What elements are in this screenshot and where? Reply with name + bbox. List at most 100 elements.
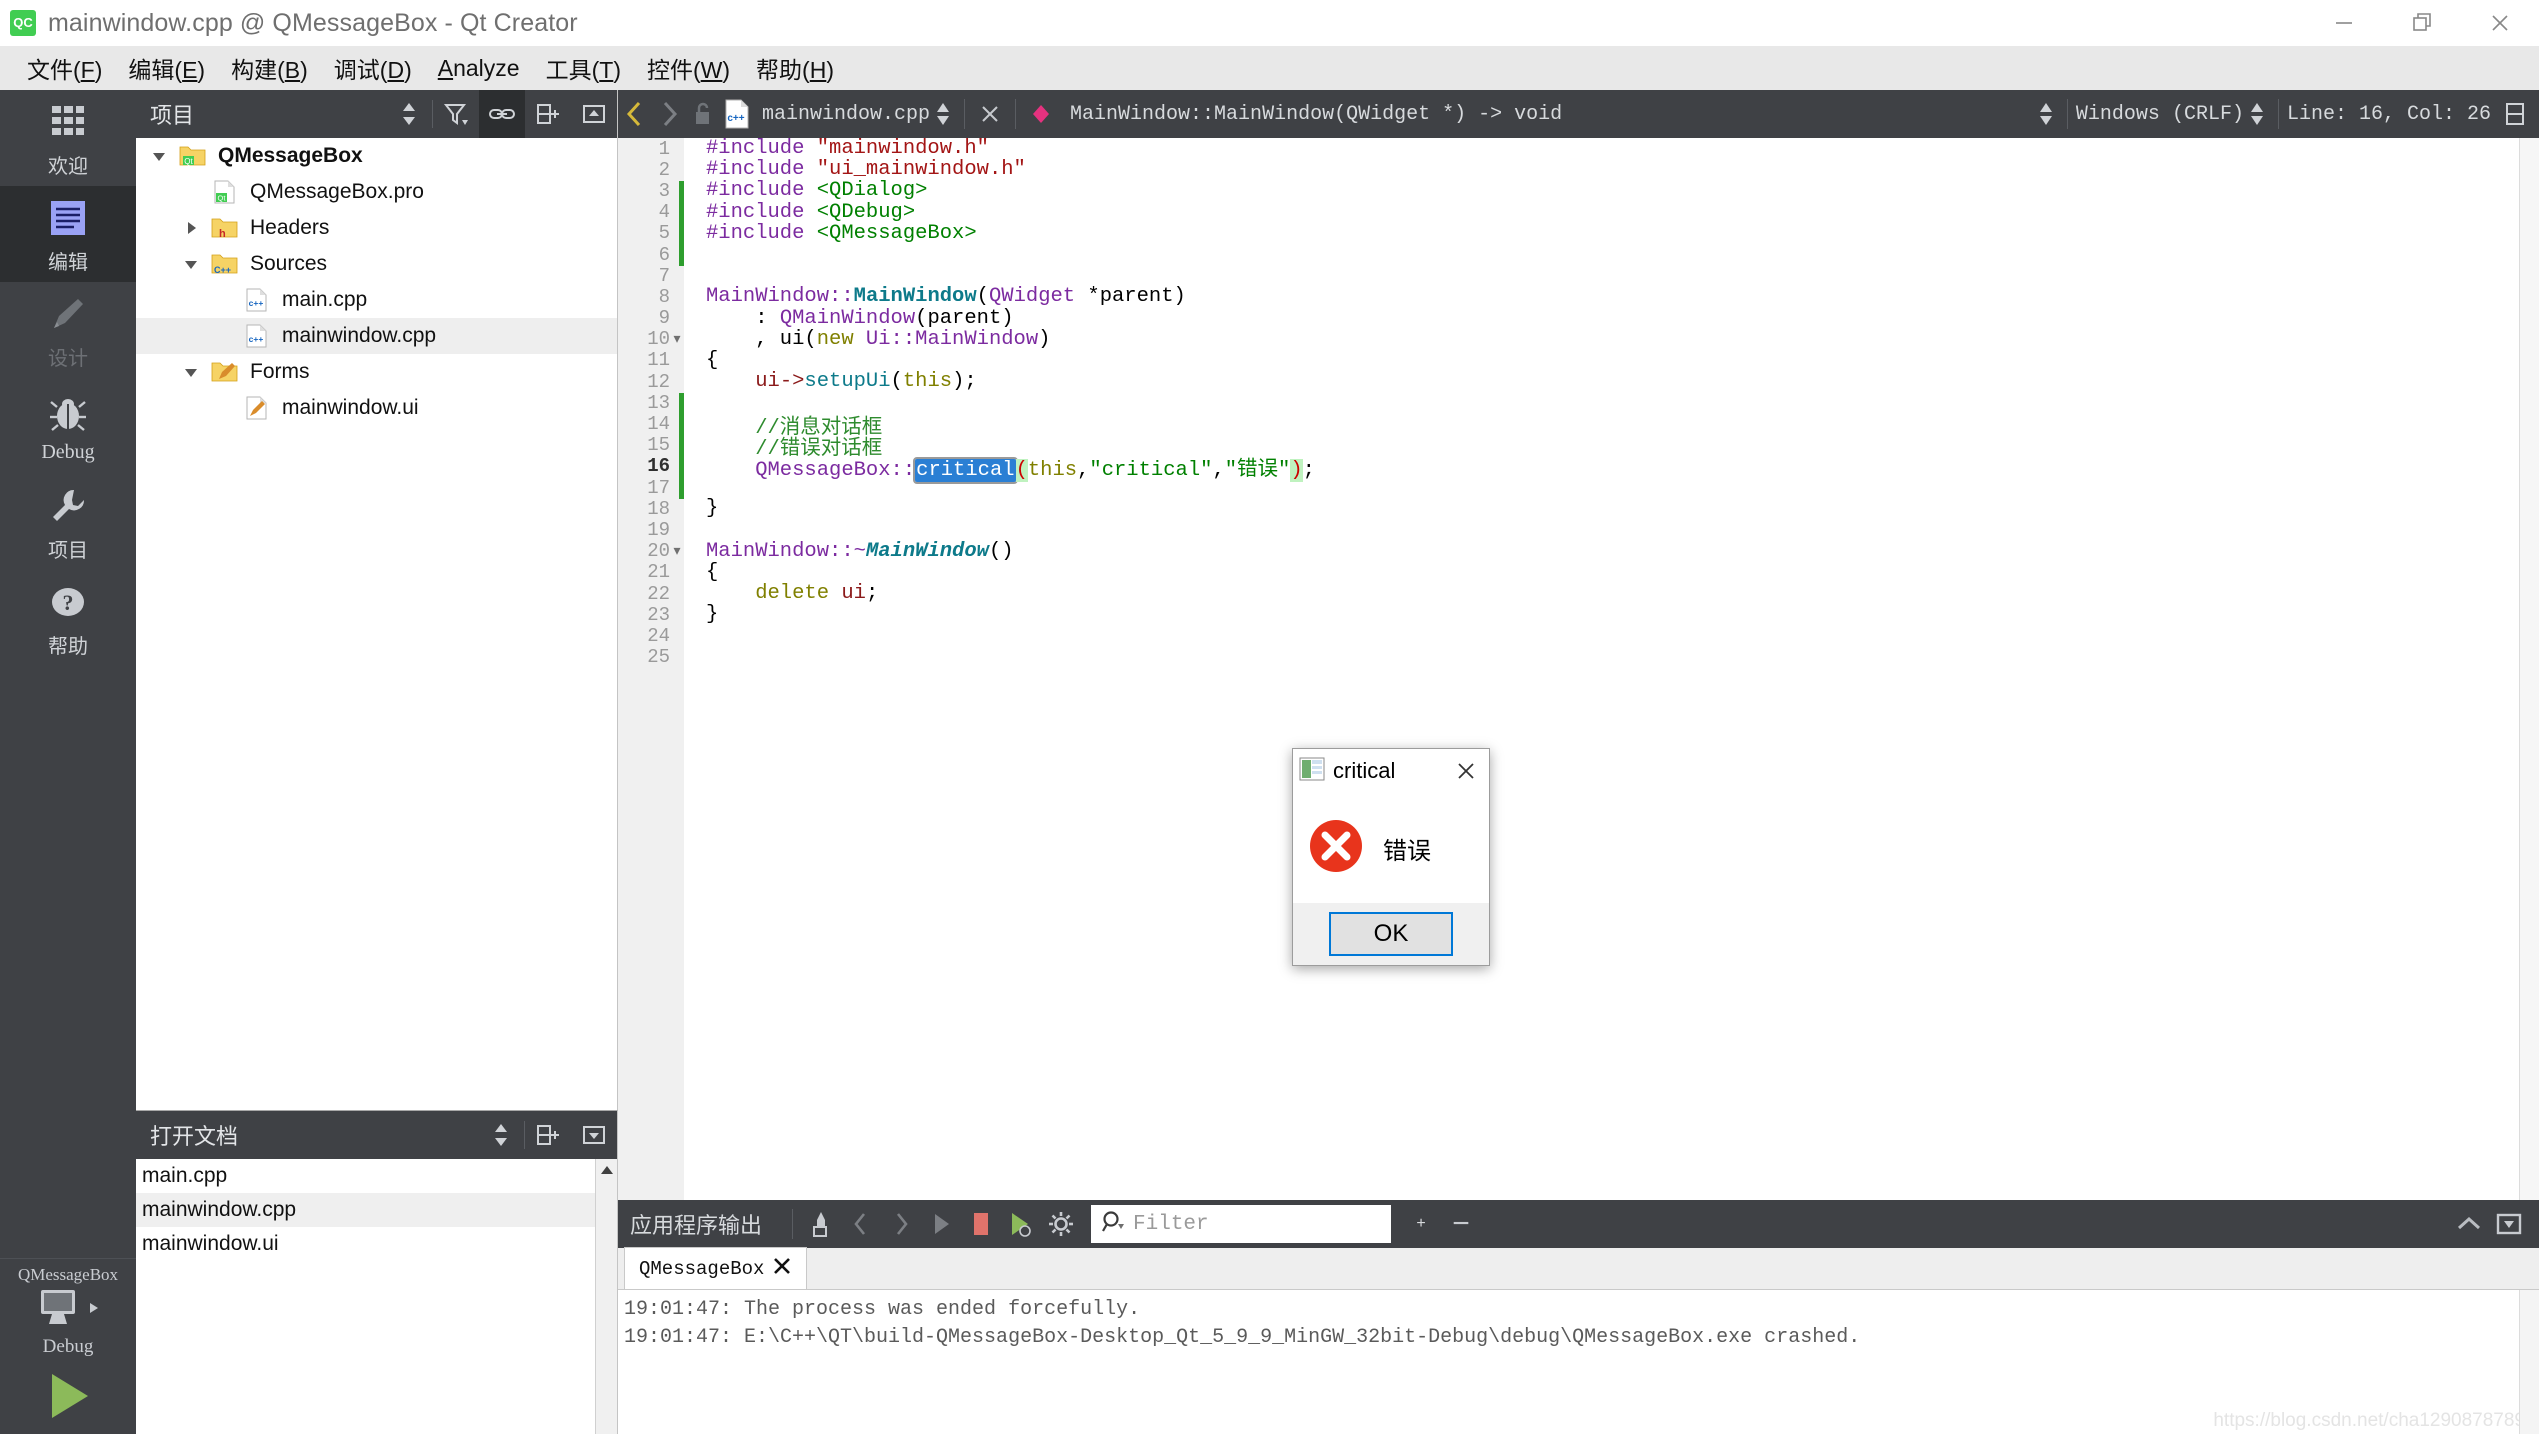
- ok-button[interactable]: OK: [1329, 912, 1453, 956]
- scroll-up-icon[interactable]: [596, 1159, 618, 1181]
- sidebar-item-edit[interactable]: 编辑: [0, 186, 136, 282]
- maximize-pane-icon[interactable]: [2489, 1200, 2529, 1248]
- close-panel-icon[interactable]: [571, 1111, 617, 1159]
- tree-item-sources[interactable]: C++ Sources: [136, 246, 617, 282]
- tree-item-main-cpp[interactable]: c++ main.cpp: [136, 282, 617, 318]
- tree-item-qmessagebox-pro[interactable]: Qt QMessageBox.pro: [136, 174, 617, 210]
- output-text-area[interactable]: 19:01:47: The process was ended forceful…: [618, 1290, 2539, 1434]
- open-documents-scrollbar[interactable]: [595, 1159, 617, 1434]
- chevron-down-icon[interactable]: [174, 257, 208, 271]
- minimize-button[interactable]: [2305, 0, 2383, 46]
- output-scrollbar[interactable]: [2519, 1290, 2539, 1434]
- symbol-dropdown-icon[interactable]: [2033, 90, 2059, 138]
- code-line[interactable]: 16 QMessageBox::critical(this,"critical"…: [618, 455, 2539, 482]
- code-line[interactable]: 3 #include <QDialog>: [618, 179, 2539, 202]
- split-icon[interactable]: [525, 1111, 571, 1159]
- code-line[interactable]: 14 //消息对话框: [618, 413, 2539, 440]
- debug-run-icon[interactable]: [1001, 1200, 1041, 1248]
- code-line[interactable]: 9 : QMainWindow(parent): [618, 307, 2539, 330]
- open-document-item[interactable]: main.cpp: [136, 1159, 617, 1193]
- sidebar-item-projects[interactable]: 项目: [0, 474, 136, 570]
- open-document-item[interactable]: mainwindow.ui: [136, 1227, 617, 1261]
- output-filter-box[interactable]: [1091, 1205, 1392, 1243]
- output-filter-input[interactable]: [1133, 1212, 1364, 1236]
- close-document-icon[interactable]: [973, 90, 1007, 138]
- split-icon[interactable]: [525, 90, 571, 138]
- code-line[interactable]: 24: [618, 625, 2539, 647]
- project-tree[interactable]: Qt QMessageBox Qt QMessageBox.pro h Headers C+…: [136, 138, 617, 1110]
- output-tab[interactable]: QMessageBox: [624, 1247, 808, 1289]
- close-panel-icon[interactable]: [571, 90, 617, 138]
- code-editor[interactable]: 1 #include "mainwindow.h" 2 #include "ui_ma…: [618, 138, 2539, 1200]
- chevron-down-icon[interactable]: [174, 365, 208, 379]
- open-document-item[interactable]: mainwindow.cpp: [136, 1193, 617, 1227]
- forward-arrow-icon[interactable]: [652, 90, 686, 138]
- menu-item-6[interactable]: 工具(T): [533, 47, 634, 89]
- filter-icon[interactable]: [433, 90, 479, 138]
- split-editor-icon[interactable]: [2499, 90, 2533, 138]
- settings-gear-icon[interactable]: [1041, 1200, 1081, 1248]
- sync-icon[interactable]: [386, 90, 432, 138]
- menu-item-8[interactable]: 帮助(H): [743, 47, 847, 89]
- editor-filename[interactable]: mainwindow.cpp: [762, 103, 930, 126]
- code-line[interactable]: 21 {: [618, 561, 2539, 584]
- code-line[interactable]: 2 #include "ui_mainwindow.h": [618, 158, 2539, 181]
- menu-item-5[interactable]: Analyze: [425, 51, 533, 86]
- prev-item-icon[interactable]: [841, 1200, 881, 1248]
- sidebar-item-help[interactable]: ? 帮助: [0, 570, 136, 666]
- code-line[interactable]: 18}: [618, 497, 2539, 520]
- code-line[interactable]: 20 ▾ MainWindow::~MainWindow(): [618, 540, 2539, 563]
- line-ending-selector[interactable]: Windows (CRLF): [2076, 103, 2244, 126]
- tree-item-headers[interactable]: h Headers: [136, 210, 617, 246]
- tree-item-qmessagebox[interactable]: Qt QMessageBox: [136, 138, 617, 174]
- tree-item-mainwindow-ui[interactable]: mainwindow.ui: [136, 390, 617, 426]
- zoom-in-button[interactable]: +: [1401, 1200, 1441, 1248]
- chevron-up-icon[interactable]: [2449, 1200, 2489, 1248]
- close-button[interactable]: [2461, 0, 2539, 46]
- line-ending-dropdown-icon[interactable]: [2244, 90, 2270, 138]
- restore-button[interactable]: [2383, 0, 2461, 46]
- close-icon[interactable]: [1449, 754, 1483, 788]
- kit-selector[interactable]: QMessageBox Debug: [0, 1258, 136, 1358]
- run-icon[interactable]: [921, 1200, 961, 1248]
- code-line[interactable]: 6: [618, 244, 2539, 266]
- menu-item-2[interactable]: 编辑(E): [115, 47, 218, 89]
- fold-marker-icon[interactable]: ▾: [670, 331, 684, 348]
- sidebar-item-design[interactable]: 设计: [0, 282, 136, 378]
- menu-item-7[interactable]: 控件(W): [634, 47, 743, 89]
- menu-item-4[interactable]: 调试(D): [321, 47, 425, 89]
- unlocked-padlock-icon[interactable]: [686, 90, 720, 138]
- stop-icon[interactable]: [961, 1200, 1001, 1248]
- code-line[interactable]: 23}: [618, 603, 2539, 626]
- tree-item-mainwindow-cpp[interactable]: c++ mainwindow.cpp: [136, 318, 617, 354]
- menu-item-3[interactable]: 构建(B): [218, 47, 321, 89]
- code-line[interactable]: 10 ▾ , ui(new Ui::MainWindow): [618, 328, 2539, 351]
- code-line[interactable]: 4 #include <QDebug>: [618, 201, 2539, 224]
- zoom-out-button[interactable]: −: [1441, 1200, 1481, 1248]
- chevron-down-icon[interactable]: [142, 149, 176, 163]
- open-documents-list[interactable]: main.cpp mainwindow.cpp mainwindow.ui: [136, 1159, 617, 1434]
- code-line[interactable]: 5 #include <QMessageBox>: [618, 222, 2539, 245]
- close-tab-icon[interactable]: [772, 1256, 792, 1282]
- tree-item-forms[interactable]: Forms: [136, 354, 617, 390]
- clear-output-icon[interactable]: [801, 1200, 841, 1248]
- code-line[interactable]: 12 ui->setupUi(this);: [618, 370, 2539, 393]
- sidebar-item-welcome[interactable]: 欢迎: [0, 90, 136, 186]
- code-line[interactable]: 22 delete ui;: [618, 582, 2539, 605]
- editor-vertical-scrollbar[interactable]: [2519, 138, 2539, 1200]
- code-line[interactable]: 1 #include "mainwindow.h": [618, 138, 2539, 160]
- code-line[interactable]: 7: [618, 265, 2539, 287]
- link-icon[interactable]: [479, 90, 525, 138]
- code-line[interactable]: 19: [618, 519, 2539, 541]
- editor-symbol-name[interactable]: MainWindow::MainWindow(QWidget *) -> voi…: [1070, 103, 1562, 126]
- back-arrow-icon[interactable]: [618, 90, 652, 138]
- menu-item-1[interactable]: 文件(F): [14, 47, 115, 89]
- sync-icon[interactable]: [478, 1111, 524, 1159]
- sidebar-item-debug[interactable]: Debug: [0, 378, 136, 474]
- fold-marker-icon[interactable]: ▾: [670, 543, 684, 560]
- next-item-icon[interactable]: [881, 1200, 921, 1248]
- document-dropdown-icon[interactable]: [930, 90, 956, 138]
- code-line[interactable]: 13: [618, 392, 2539, 414]
- code-line[interactable]: 11 {: [618, 349, 2539, 372]
- chevron-right-icon[interactable]: [174, 220, 208, 236]
